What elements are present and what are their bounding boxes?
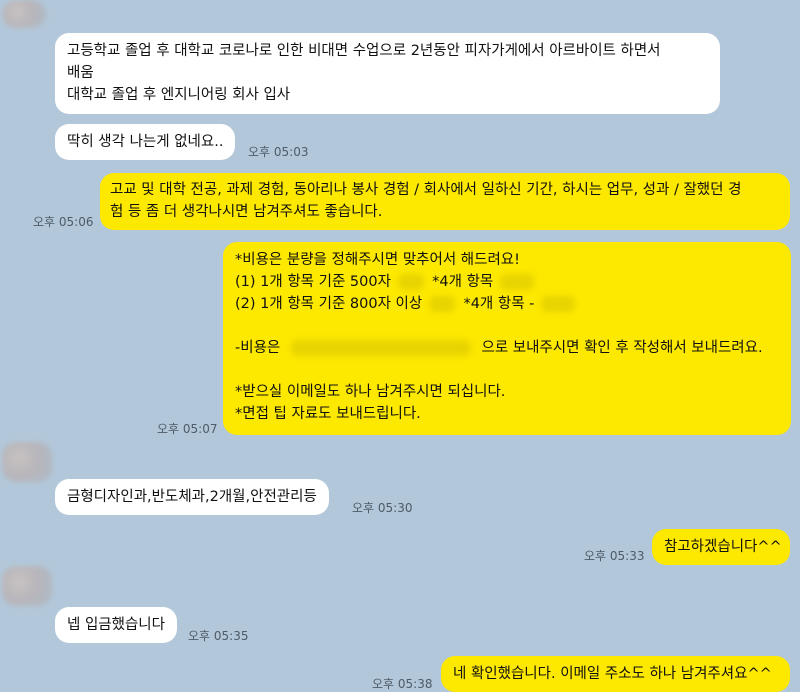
avatar[interactable] bbox=[2, 0, 46, 28]
message-text-row: -비용은 으로 보내주시면 확인 후 작성해서 보내드려요. bbox=[235, 337, 779, 359]
incoming-message-bubble[interactable]: 고등학교 졸업 후 대학교 코로나로 인한 비대면 수업으로 2년동안 피자가게… bbox=[55, 33, 720, 114]
outgoing-message-bubble[interactable]: 참고하겠습니다^^ bbox=[652, 529, 790, 565]
outgoing-message-bubble[interactable]: 네 확인했습니다. 이메일 주소도 하나 남겨주셔요^^ bbox=[441, 656, 790, 692]
incoming-message-bubble[interactable]: 딱히 생각 나는게 없네요.. bbox=[55, 124, 236, 160]
message-text: *면접 팁 자료도 보내드립니다. bbox=[235, 406, 421, 422]
redacted-price bbox=[428, 296, 455, 312]
message-text: 고등학교 졸업 후 대학교 코로나로 인한 비대면 수업으로 2년동안 피자가게… bbox=[67, 43, 661, 59]
message-text: (1) 1개 항목 기준 500자 bbox=[235, 274, 391, 290]
outgoing-message-bubble[interactable]: *비용은 분량을 정해주시면 맞추어서 해드려요! (1) 1개 항목 기준 5… bbox=[223, 242, 791, 435]
redacted-price bbox=[397, 274, 424, 290]
message-timestamp: 오후 05:33 bbox=[584, 549, 645, 563]
message-text: *4개 항목 - bbox=[463, 296, 535, 312]
message-text: *4개 항목 bbox=[432, 274, 494, 290]
message-text: 대학교 졸업 후 엔지니어링 회사 입사 bbox=[67, 87, 291, 103]
message-text: 참고하겠습니다^^ bbox=[664, 539, 782, 555]
message-text: (2) 1개 항목 기준 800자 이상 bbox=[235, 296, 423, 312]
message-text: 으로 보내주시면 확인 후 작성해서 보내드려요. bbox=[481, 340, 763, 356]
message-text: 딱히 생각 나는게 없네요.. bbox=[67, 134, 224, 150]
message-text: 고교 및 대학 전공, 과제 경험, 동아리나 봉사 경험 / 회사에서 일하신… bbox=[110, 182, 742, 198]
message-timestamp: 오후 05:35 bbox=[188, 629, 249, 643]
redacted-price bbox=[541, 296, 575, 312]
message-text: 금형디자인과,반도체과,2개월,안전관리등 bbox=[67, 489, 317, 505]
avatar[interactable] bbox=[2, 442, 52, 482]
outgoing-message-bubble[interactable]: 고교 및 대학 전공, 과제 경험, 동아리나 봉사 경험 / 회사에서 일하신… bbox=[100, 173, 790, 230]
message-text: *비용은 분량을 정해주시면 맞추어서 해드려요! bbox=[235, 252, 520, 268]
message-text-row: (2) 1개 항목 기준 800자 이상 *4개 항목 - bbox=[235, 293, 779, 315]
message-timestamp: 오후 05:30 bbox=[352, 501, 413, 515]
message-text: 넵 입금했습니다 bbox=[67, 617, 165, 633]
redacted-price bbox=[499, 274, 534, 290]
message-text: 험 등 좀 더 생각나시면 남겨주셔도 좋습니다. bbox=[110, 204, 383, 220]
message-text: 네 확인했습니다. 이메일 주소도 하나 남겨주셔요^^ bbox=[453, 666, 772, 682]
message-timestamp: 오후 05:38 bbox=[372, 677, 433, 691]
message-timestamp: 오후 05:07 bbox=[157, 422, 218, 436]
redacted-account bbox=[290, 340, 471, 356]
avatar[interactable] bbox=[2, 566, 52, 606]
message-text: 배움 bbox=[67, 65, 94, 81]
message-text-row: (1) 1개 항목 기준 500자 *4개 항목 bbox=[235, 271, 779, 293]
message-text: *받으실 이메일도 하나 남겨주시면 되십니다. bbox=[235, 384, 506, 400]
incoming-message-bubble[interactable]: 금형디자인과,반도체과,2개월,안전관리등 bbox=[55, 479, 329, 515]
incoming-message-bubble[interactable]: 넵 입금했습니다 bbox=[55, 607, 177, 643]
message-timestamp: 오후 05:06 bbox=[33, 215, 94, 229]
message-text: -비용은 bbox=[235, 340, 281, 356]
message-timestamp: 오후 05:03 bbox=[248, 145, 309, 159]
